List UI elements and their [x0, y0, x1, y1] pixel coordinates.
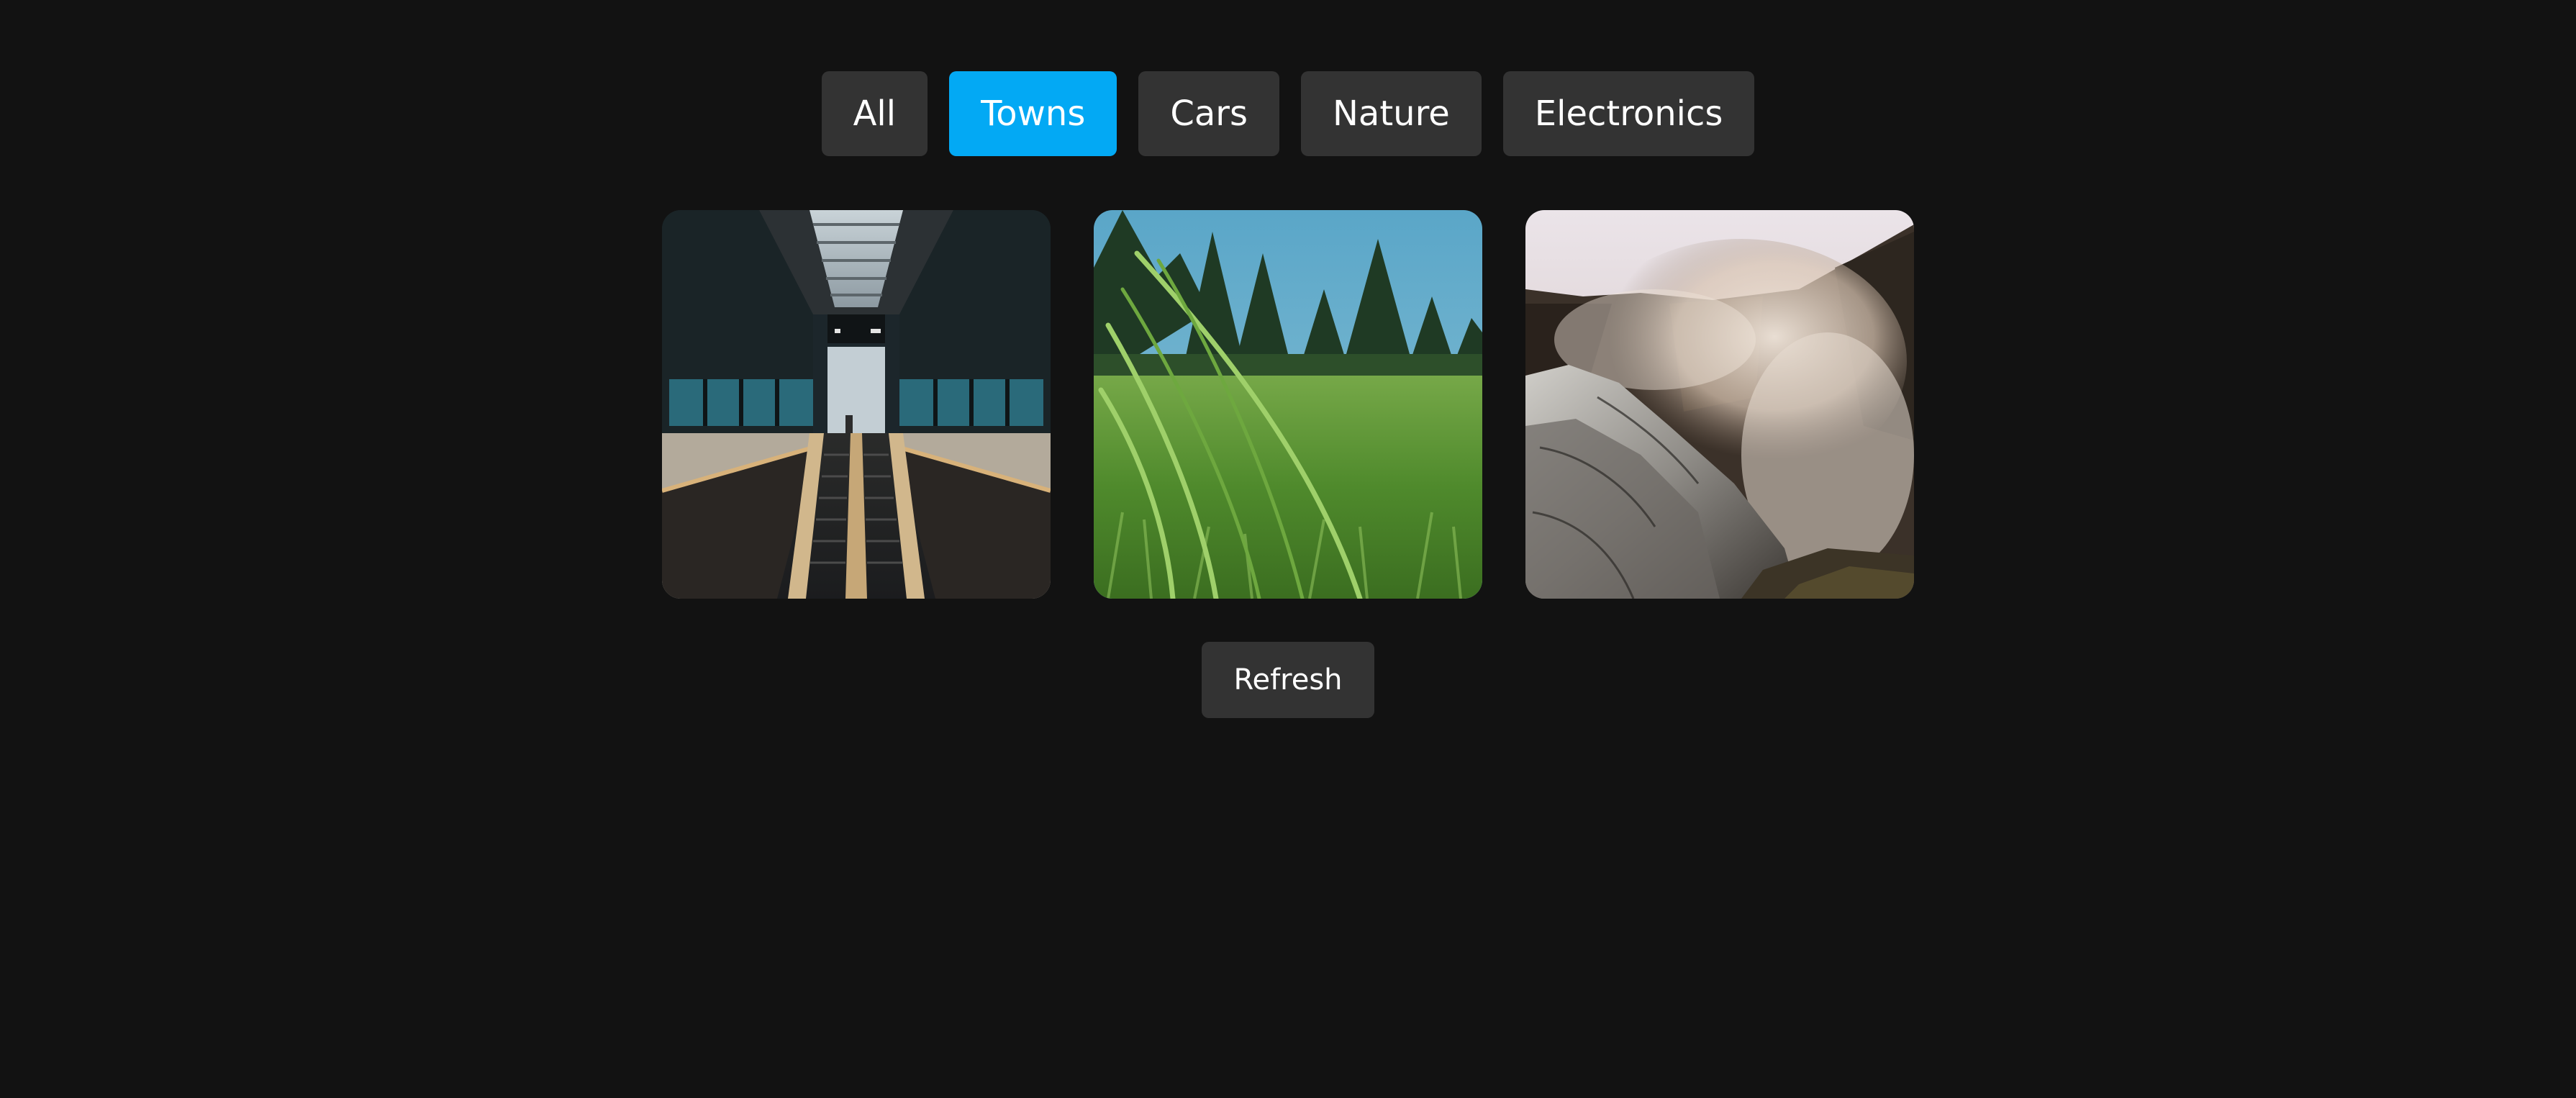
- filter-all-button[interactable]: All: [821, 71, 928, 156]
- page: All Towns Cars Nature Electronics Refres…: [0, 0, 2576, 1098]
- category-filter-bar: All Towns Cars Nature Electronics: [0, 71, 2576, 156]
- refresh-container: Refresh: [0, 642, 2576, 718]
- escalator-station-photo: [662, 210, 1051, 599]
- gallery-image-grass[interactable]: [1094, 210, 1482, 599]
- waterfall-rocks-photo: [1525, 210, 1914, 599]
- grass-field-photo: [1094, 210, 1482, 599]
- filter-cars-button[interactable]: Cars: [1138, 71, 1279, 156]
- refresh-button[interactable]: Refresh: [1202, 642, 1374, 718]
- image-gallery: [0, 210, 2576, 599]
- filter-nature-button[interactable]: Nature: [1301, 71, 1482, 156]
- gallery-image-escalator[interactable]: [662, 210, 1051, 599]
- gallery-image-waterfall[interactable]: [1525, 210, 1914, 599]
- filter-electronics-button[interactable]: Electronics: [1502, 71, 1755, 156]
- filter-towns-button[interactable]: Towns: [949, 71, 1117, 156]
